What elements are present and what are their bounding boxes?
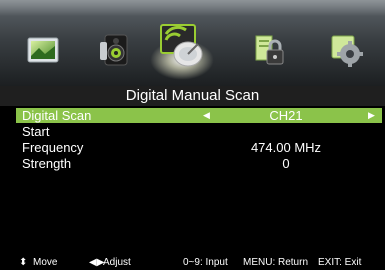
hint-exit: EXIT: Exit — [318, 257, 362, 268]
menu-row-frequency[interactable]: Frequency 474.00 MHz — [16, 140, 382, 155]
page-title: Digital Manual Scan — [0, 86, 385, 106]
setup-icon[interactable] — [328, 32, 364, 68]
row-value: 474.00 MHz — [250, 140, 322, 155]
picture-icon[interactable] — [25, 32, 61, 68]
up-down-icon: ⬍ — [19, 257, 28, 268]
hint-adjust: Adjust — [103, 257, 131, 268]
row-label: Start — [22, 124, 50, 139]
sound-icon[interactable] — [97, 32, 133, 68]
row-label: Strength — [22, 156, 72, 171]
row-label: Frequency — [22, 140, 84, 155]
lock-icon[interactable] — [250, 32, 286, 68]
hint-bar: ⬍ Move ◀▶ Adjust 0~9: Input MENU: Return… — [0, 256, 385, 270]
menu-row-start[interactable]: Start — [16, 124, 382, 139]
row-value: CH21 — [269, 108, 303, 123]
menu-icon-bar — [0, 0, 385, 86]
hint-input: 0~9: Input — [183, 257, 228, 268]
row-value: 0 — [282, 156, 290, 171]
hint-move: Move — [33, 257, 58, 268]
arrow-right-icon[interactable]: ▶ — [368, 108, 375, 123]
menu-row-strength: Strength 0 — [16, 156, 382, 171]
row-label: Digital Scan — [22, 108, 92, 123]
channel-icon[interactable] — [158, 22, 206, 70]
menu-row-digital-scan[interactable]: Digital Scan ◀ CH21 ▶ — [16, 108, 382, 123]
hint-menu: MENU: Return — [243, 257, 309, 268]
arrow-left-icon[interactable]: ◀ — [203, 108, 210, 123]
